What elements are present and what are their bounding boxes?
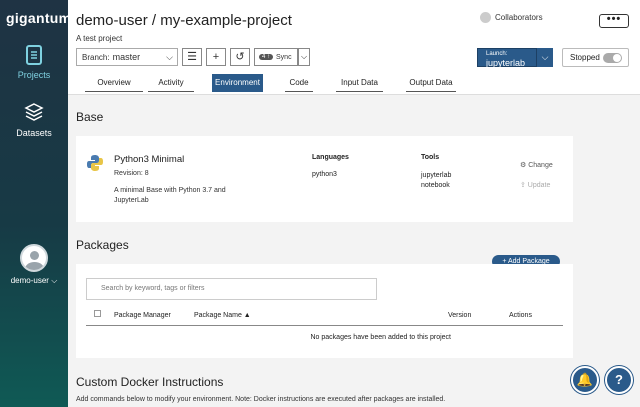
tab-code[interactable]: Code <box>285 74 313 92</box>
sidebar: gigantum Projects Datasets demo-user ⌵ <box>0 0 72 407</box>
package-search-input[interactable]: Search by keyword, tags or filters <box>86 278 377 300</box>
avatar <box>20 244 48 272</box>
table-divider <box>86 325 563 326</box>
select-all-checkbox[interactable] <box>94 310 101 317</box>
projects-icon <box>26 45 42 65</box>
collaborators-button[interactable]: Collaborators <box>480 12 543 23</box>
packages-card: Search by keyword, tags or filters Packa… <box>76 264 573 358</box>
tool-item: jupyterlab <box>421 172 452 179</box>
page-title: demo-user / my-example-project <box>76 12 292 29</box>
chevron-down-icon: ⌵ <box>300 52 308 61</box>
sidebar-item-datasets[interactable]: Datasets <box>0 102 68 138</box>
sync-count-badge: 4 ↑ <box>259 54 274 60</box>
project-toolbar: Branch: master ⌵ ☰ + ↺ 4 ↑ Sync ⌵ <box>76 48 310 66</box>
launch-app-label: jupyterlab <box>486 58 526 68</box>
base-revision: Revision: 8 <box>114 170 149 177</box>
plus-icon: + <box>212 51 220 63</box>
sidebar-item-label: Datasets <box>16 128 52 138</box>
status-label: Stopped <box>570 53 600 62</box>
column-version[interactable]: Version <box>448 312 471 319</box>
chevron-down-icon: ⌵ <box>51 276 58 285</box>
column-actions: Actions <box>509 312 532 319</box>
tools-list: jupyterlab notebook <box>421 171 451 191</box>
sync-label: Sync <box>276 53 292 61</box>
list-button[interactable]: ☰ <box>182 48 202 66</box>
python-icon <box>87 155 103 171</box>
help-button[interactable]: ? <box>605 366 633 394</box>
help-icon: ? <box>615 372 623 387</box>
datasets-icon <box>24 103 44 121</box>
launch-menu-button[interactable]: ⌵ <box>536 48 553 67</box>
launch-small-label: Launch: <box>486 51 508 57</box>
environment-content: Base Python3 Minimal Revision: 8 A minim… <box>68 96 640 407</box>
tab-environment[interactable]: Environment <box>212 74 263 92</box>
tools-heading: Tools <box>421 154 440 161</box>
project-header: demo-user / my-example-project A test pr… <box>68 0 640 95</box>
container-status[interactable]: Stopped <box>562 48 629 67</box>
docker-section-title: Custom Docker Instructions <box>76 375 224 389</box>
sidebar-item-projects[interactable]: Projects <box>0 44 68 80</box>
languages-value: python3 <box>312 171 337 178</box>
sync-menu-button[interactable]: ⌵ <box>298 48 310 66</box>
reset-button[interactable]: ↺ <box>230 48 250 66</box>
status-toggle[interactable] <box>603 53 622 63</box>
sync-button[interactable]: 4 ↑ Sync <box>254 48 298 66</box>
base-section-title: Base <box>76 110 104 124</box>
tab-overview[interactable]: Overview <box>85 74 143 92</box>
column-package-name[interactable]: Package Name ▲ <box>194 312 251 319</box>
docker-description: Add commands below to modify your enviro… <box>76 396 446 403</box>
add-branch-button[interactable]: + <box>206 48 226 66</box>
base-description: A minimal Base with Python 3.7 and Jupyt… <box>114 187 226 204</box>
notifications-button[interactable]: 🔔 <box>571 366 599 394</box>
sidebar-item-label: Projects <box>17 70 51 80</box>
tool-item: notebook <box>421 182 450 189</box>
tab-output-data[interactable]: Output Data <box>406 74 456 92</box>
tab-input-data[interactable]: Input Data <box>336 74 383 92</box>
empty-packages-message: No packages have been added to this proj… <box>310 334 452 341</box>
more-menu-button[interactable]: ••• <box>599 14 629 28</box>
user-menu[interactable]: demo-user ⌵ <box>0 244 68 286</box>
base-card: Python3 Minimal Revision: 8 A minimal Ba… <box>76 136 573 222</box>
user-icon <box>480 12 491 23</box>
undo-icon: ↺ <box>235 51 245 63</box>
branch-name: master <box>112 52 141 62</box>
list-icon: ☰ <box>187 51 197 63</box>
languages-heading: Languages <box>312 154 349 161</box>
column-package-manager[interactable]: Package Manager <box>114 312 171 319</box>
change-base-button[interactable]: ⚙ Change <box>520 161 553 169</box>
user-name: demo-user <box>10 276 49 285</box>
base-name: Python3 Minimal <box>114 154 185 165</box>
packages-section-title: Packages <box>76 238 129 252</box>
chevron-down-icon: ⌵ <box>541 52 549 62</box>
project-tabs: Overview Activity Environment Code Input… <box>68 74 640 92</box>
project-description: A test project <box>76 34 123 43</box>
branch-prefix: Branch: <box>82 52 110 62</box>
chevron-down-icon: ⌵ <box>166 51 173 62</box>
collaborators-label: Collaborators <box>495 13 543 22</box>
tab-activity[interactable]: Activity <box>148 74 194 92</box>
update-base-button[interactable]: ⇪ Update <box>520 181 550 189</box>
branch-selector[interactable]: Branch: master ⌵ <box>76 48 178 66</box>
bell-icon: 🔔 <box>576 372 594 387</box>
app-logo: gigantum <box>6 10 72 26</box>
